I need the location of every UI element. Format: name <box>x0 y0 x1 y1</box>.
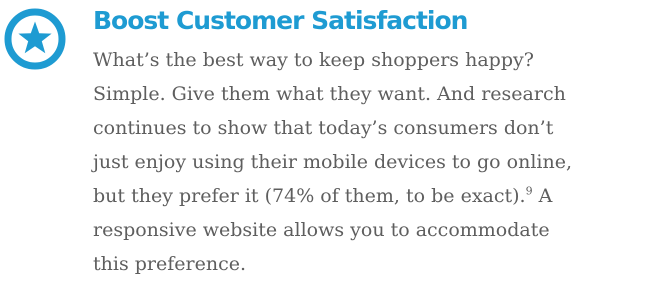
section-heading: Boost Customer Satisfaction <box>93 6 468 35</box>
paragraph-line-7: this preference. <box>93 253 246 275</box>
paragraph-line-6: responsive website allows you to accommo… <box>93 219 550 241</box>
paragraph-line-5-text: but they prefer it (74% of them, to be e… <box>93 185 526 207</box>
paragraph-line-4: just enjoy using their mobile devices to… <box>93 151 573 173</box>
paragraph-line-2: Simple. Give them what they want. And re… <box>93 83 566 105</box>
section-content: Boost Customer Satisfaction What’s the b… <box>93 0 668 281</box>
paragraph-line-5: but they prefer it (74% of them, to be e… <box>93 179 668 213</box>
footnote-reference: 9 <box>525 184 533 198</box>
paragraph-line-1: What’s the best way to keep shoppers hap… <box>93 49 534 71</box>
paragraph-line-3: continues to show that today’s consumers… <box>93 117 554 139</box>
paragraph-line-5-tail: A <box>532 185 553 207</box>
star-circle-icon <box>4 8 66 70</box>
section-paragraph: What’s the best way to keep shoppers hap… <box>93 43 668 281</box>
